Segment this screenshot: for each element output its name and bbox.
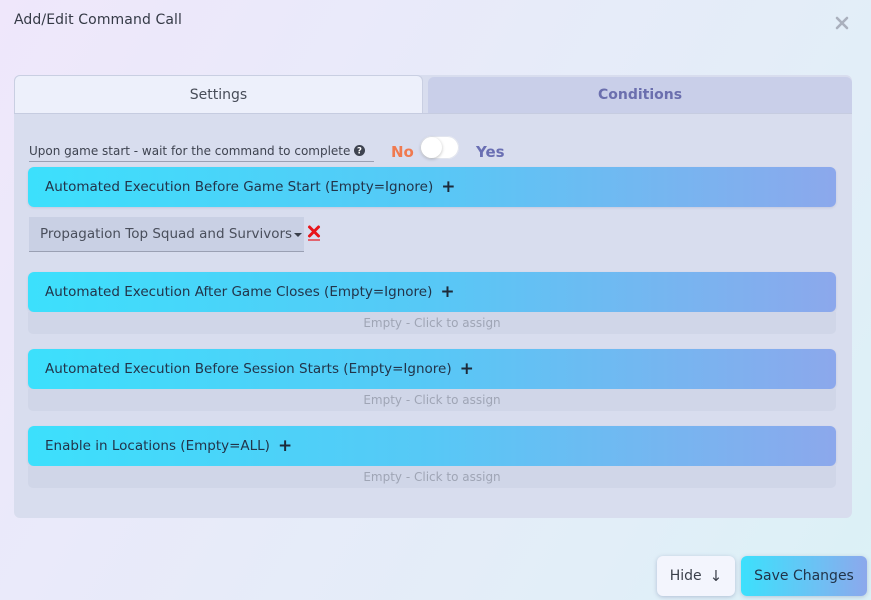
tab-conditions-label: Conditions [597,87,683,103]
svg-text:?: ? [357,147,362,156]
section-before-session-starts-label: Automated Execution Before Session Start… [45,361,452,377]
help-icon[interactable]: ? [354,145,366,156]
hide-button[interactable]: Hide ↓ [657,556,735,596]
close-button[interactable] [832,13,852,33]
wait-option-label: Upon game start - wait for the command t… [29,140,374,162]
assigned-command-label: Propagation Top Squad and Survivors [40,226,293,242]
section-enable-locations-label: Enable in Locations (Empty=ALL) [45,438,270,454]
tab-settings[interactable]: Settings [14,75,423,113]
toggle-knob[interactable] [421,137,442,158]
section-after-game-closes-empty[interactable]: Empty - Click to assign [28,312,836,334]
hide-button-label: Hide [669,568,702,584]
section-before-game-start-label: Automated Execution Before Game Start (E… [45,179,434,195]
section-before-session-starts-empty[interactable]: Empty - Click to assign [28,389,836,411]
dialog-title: Add/Edit Command Call [14,12,183,28]
plus-icon[interactable]: + [460,360,474,378]
assigned-command-dropdown[interactable]: Propagation Top Squad and Survivors [29,217,304,252]
section-after-game-closes-header[interactable]: Automated Execution After Game Closes (E… [28,272,836,312]
section-enable-locations-header[interactable]: Enable in Locations (Empty=ALL) + [28,426,836,466]
save-changes-label: Save Changes [754,568,854,584]
plus-icon[interactable]: + [441,178,455,196]
remove-command-button[interactable] [305,224,323,244]
section-before-game-start-header[interactable]: Automated Execution Before Game Start (E… [28,167,836,207]
section-before-session-starts-header[interactable]: Automated Execution Before Session Start… [28,349,836,389]
wait-option-text: Upon game start - wait for the command t… [29,143,351,158]
tab-settings-label: Settings [189,86,248,103]
close-icon [835,16,849,30]
caret-down-icon [294,232,303,237]
plus-icon[interactable]: + [278,437,292,455]
section-after-game-closes-label: Automated Execution After Game Closes (E… [45,284,433,300]
tab-divider [14,113,852,114]
plus-icon[interactable]: + [440,283,454,301]
section-enable-locations-empty[interactable]: Empty - Click to assign [28,466,836,488]
toggle-no-label: No [391,143,414,161]
toggle-yes-label: Yes [476,143,505,161]
remove-x-icon [308,225,320,241]
arrow-down-icon: ↓ [709,567,723,585]
tab-conditions[interactable]: Conditions [428,77,852,113]
save-changes-button[interactable]: Save Changes [741,556,867,596]
wait-toggle-switch[interactable] [420,136,459,159]
